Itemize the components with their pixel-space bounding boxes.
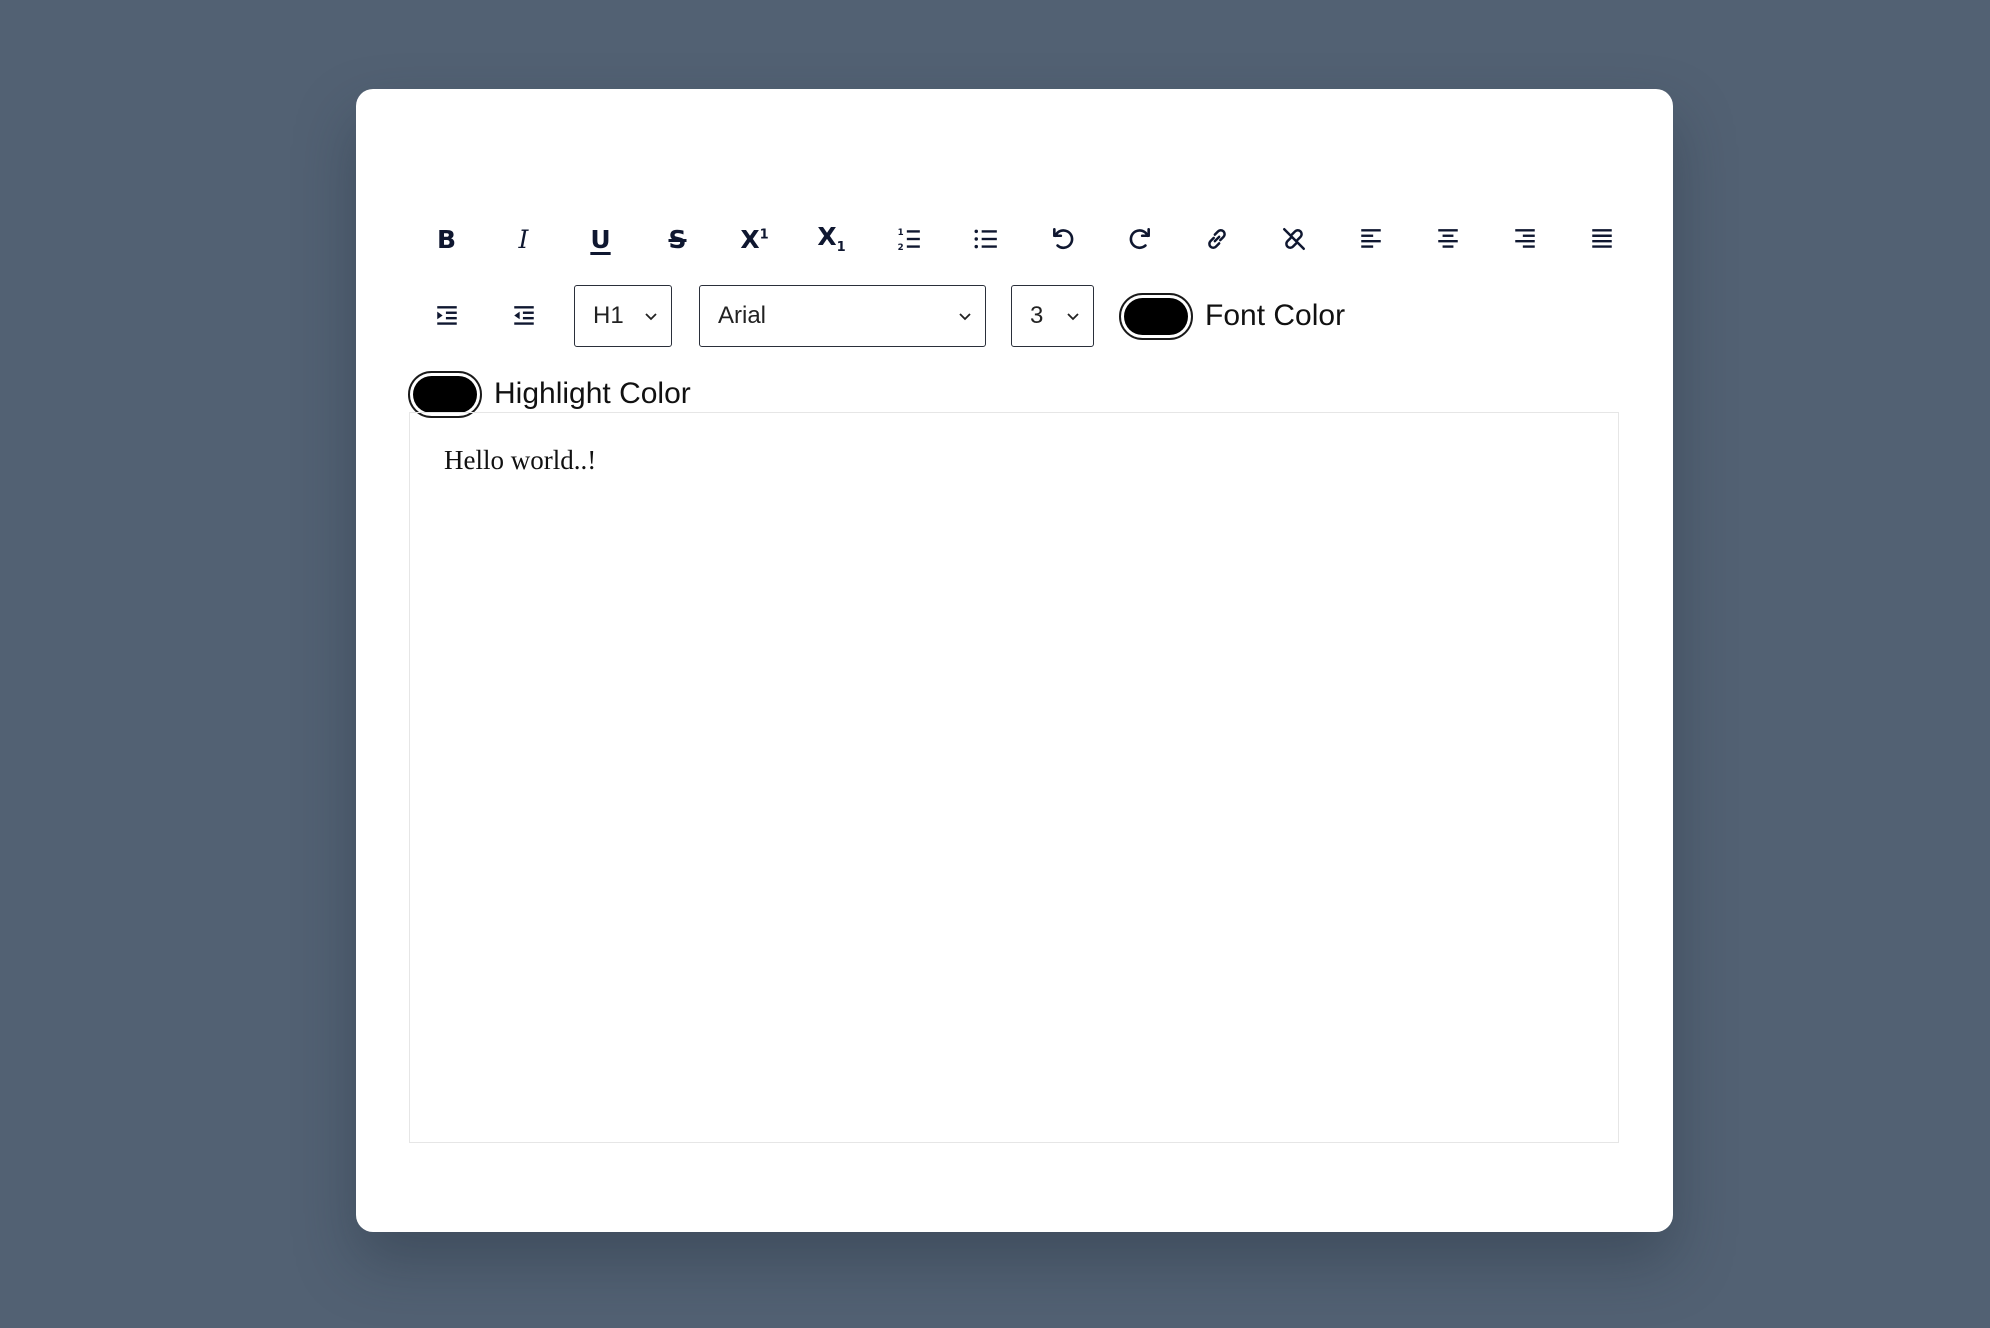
indent-button[interactable] bbox=[408, 286, 485, 346]
outdent-button[interactable] bbox=[485, 286, 562, 346]
strikethrough-button[interactable]: S bbox=[639, 209, 716, 269]
font-color-picker[interactable] bbox=[1119, 292, 1193, 340]
subscript-button[interactable]: X1 bbox=[793, 209, 870, 269]
align-right-icon bbox=[1514, 229, 1535, 248]
redo-icon bbox=[1129, 227, 1150, 250]
link-button[interactable] bbox=[1178, 209, 1255, 269]
align-center-icon bbox=[1437, 229, 1458, 248]
align-center-button[interactable] bbox=[1409, 209, 1486, 269]
highlight-color-label: Highlight Color bbox=[494, 377, 691, 410]
toolbar-row-formatting: B I U S X1 X1 1 2 bbox=[408, 209, 1640, 269]
font-color-label: Font Color bbox=[1205, 299, 1346, 332]
unlink-icon bbox=[1282, 228, 1305, 250]
indent-icon bbox=[436, 306, 457, 325]
underline-button[interactable]: U bbox=[562, 209, 639, 269]
svg-text:1: 1 bbox=[897, 228, 903, 238]
font-size-select-value: 3 bbox=[1030, 302, 1044, 329]
undo-icon bbox=[1052, 227, 1073, 250]
ordered-list-button[interactable]: 1 2 bbox=[870, 209, 947, 269]
undo-button[interactable] bbox=[1024, 209, 1101, 269]
heading-select-value: H1 bbox=[593, 302, 624, 329]
unlink-button[interactable] bbox=[1255, 209, 1332, 269]
ordered-list-icon: 1 2 bbox=[897, 228, 920, 252]
svg-text:2: 2 bbox=[897, 243, 903, 252]
subscript-icon: X1 bbox=[817, 222, 846, 255]
editor-card: B I U S X1 X1 1 2 H1 Arial 3 Font Color … bbox=[356, 89, 1673, 1232]
unordered-list-button[interactable] bbox=[947, 209, 1024, 269]
font-color-swatch-fill bbox=[1124, 297, 1188, 335]
font-size-select[interactable]: 3 bbox=[1011, 285, 1094, 347]
align-right-button[interactable] bbox=[1486, 209, 1563, 269]
heading-select[interactable]: H1 bbox=[574, 285, 672, 347]
strikethrough-icon: S bbox=[668, 224, 687, 254]
highlight-color-picker[interactable] bbox=[408, 370, 482, 418]
link-icon bbox=[1207, 229, 1226, 249]
align-left-button[interactable] bbox=[1332, 209, 1409, 269]
italic-icon: I bbox=[518, 224, 529, 254]
chevron-down-icon bbox=[645, 313, 657, 321]
chevron-down-icon bbox=[959, 313, 971, 321]
chevron-down-icon bbox=[1067, 313, 1079, 321]
unordered-list-icon bbox=[974, 229, 997, 249]
redo-button[interactable] bbox=[1101, 209, 1178, 269]
editor-content-area[interactable]: Hello world..! bbox=[409, 412, 1619, 1143]
highlight-color-swatch-fill bbox=[413, 375, 477, 413]
superscript-button[interactable]: X1 bbox=[716, 209, 793, 269]
font-color-group: Font Color bbox=[1119, 292, 1346, 340]
align-justify-button[interactable] bbox=[1563, 209, 1640, 269]
italic-button[interactable]: I bbox=[485, 209, 562, 269]
outdent-icon bbox=[513, 306, 534, 325]
underline-icon: U bbox=[590, 224, 611, 254]
align-left-icon bbox=[1360, 229, 1381, 248]
bold-button[interactable]: B bbox=[408, 209, 485, 269]
bold-icon: B bbox=[436, 224, 457, 254]
align-justify-icon bbox=[1591, 229, 1612, 248]
editor-text: Hello world..! bbox=[444, 445, 597, 475]
toolbar-row-style: H1 Arial 3 Font Color bbox=[408, 285, 1346, 347]
font-family-select[interactable]: Arial bbox=[699, 285, 986, 347]
font-family-select-value: Arial bbox=[718, 302, 767, 329]
superscript-icon: X1 bbox=[740, 224, 769, 254]
